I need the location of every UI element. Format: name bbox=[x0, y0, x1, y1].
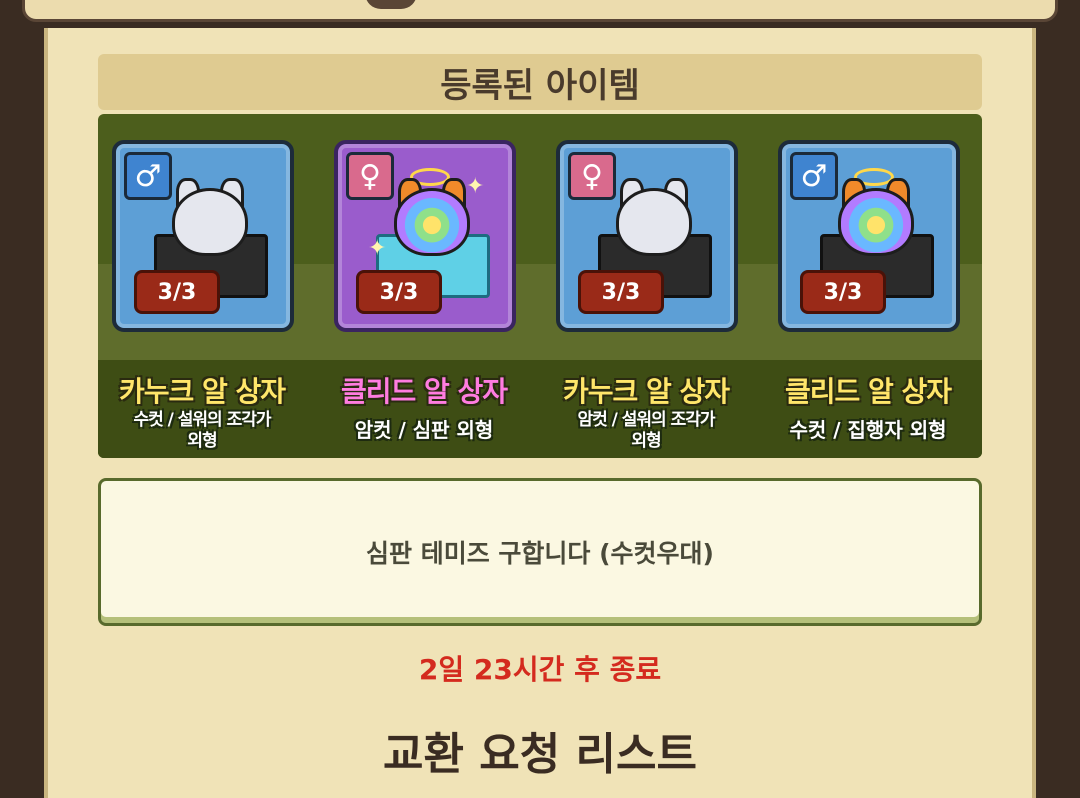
registered-items-title: 등록된 아이템 bbox=[98, 54, 982, 110]
item-description: 암컷 / 심판 외형 bbox=[354, 418, 494, 442]
item-name: 카누크 알 상자 bbox=[118, 375, 286, 408]
frame-notch bbox=[365, 0, 417, 9]
top-frame bbox=[22, 0, 1058, 22]
item-name: 카누크 알 상자 bbox=[562, 375, 730, 408]
count-badge: 3/3 bbox=[578, 270, 664, 314]
request-message: 심판 테미즈 구합니다 (수컷우대) bbox=[98, 478, 982, 626]
item-description: 수컷 / 집행자 외형 bbox=[789, 418, 947, 442]
item-description: 수컷 / 설워의 조각가 외형 bbox=[133, 410, 271, 451]
count-badge: 3/3 bbox=[356, 270, 442, 314]
item-name: 클리드 알 상자 bbox=[784, 375, 952, 408]
item-card-1[interactable]: ♂ 3/3 bbox=[112, 140, 294, 332]
count-badge: 3/3 bbox=[800, 270, 886, 314]
egg-icon bbox=[394, 188, 470, 256]
egg-icon bbox=[616, 188, 692, 256]
item-card-3[interactable]: ♀ 3/3 bbox=[556, 140, 738, 332]
item-card-2[interactable]: ♀ ✦ ✦ 3/3 bbox=[334, 140, 516, 332]
female-icon: ♀ bbox=[346, 152, 394, 200]
item-name: 클리드 알 상자 bbox=[340, 375, 508, 408]
expiry-timer: 2일 23시간 후 종료 bbox=[418, 653, 662, 686]
exchange-request-list-title: 교환 요청 리스트 bbox=[383, 729, 697, 780]
male-icon: ♂ bbox=[124, 152, 172, 200]
egg-icon bbox=[172, 188, 248, 256]
registered-items-area: ♂ 3/3 카누크 알 상자 수컷 / 설워의 조각가 외형 ♀ ✦ ✦ 3/3… bbox=[98, 114, 982, 458]
sparkle-icon: ✦ bbox=[368, 236, 387, 261]
egg-icon bbox=[838, 188, 914, 256]
item-card-4[interactable]: ♂ 3/3 bbox=[778, 140, 960, 332]
male-icon: ♂ bbox=[790, 152, 838, 200]
sparkle-icon: ✦ bbox=[466, 174, 485, 199]
female-icon: ♀ bbox=[568, 152, 616, 200]
item-description: 암컷 / 설워의 조각가 외형 bbox=[577, 410, 715, 451]
count-badge: 3/3 bbox=[134, 270, 220, 314]
